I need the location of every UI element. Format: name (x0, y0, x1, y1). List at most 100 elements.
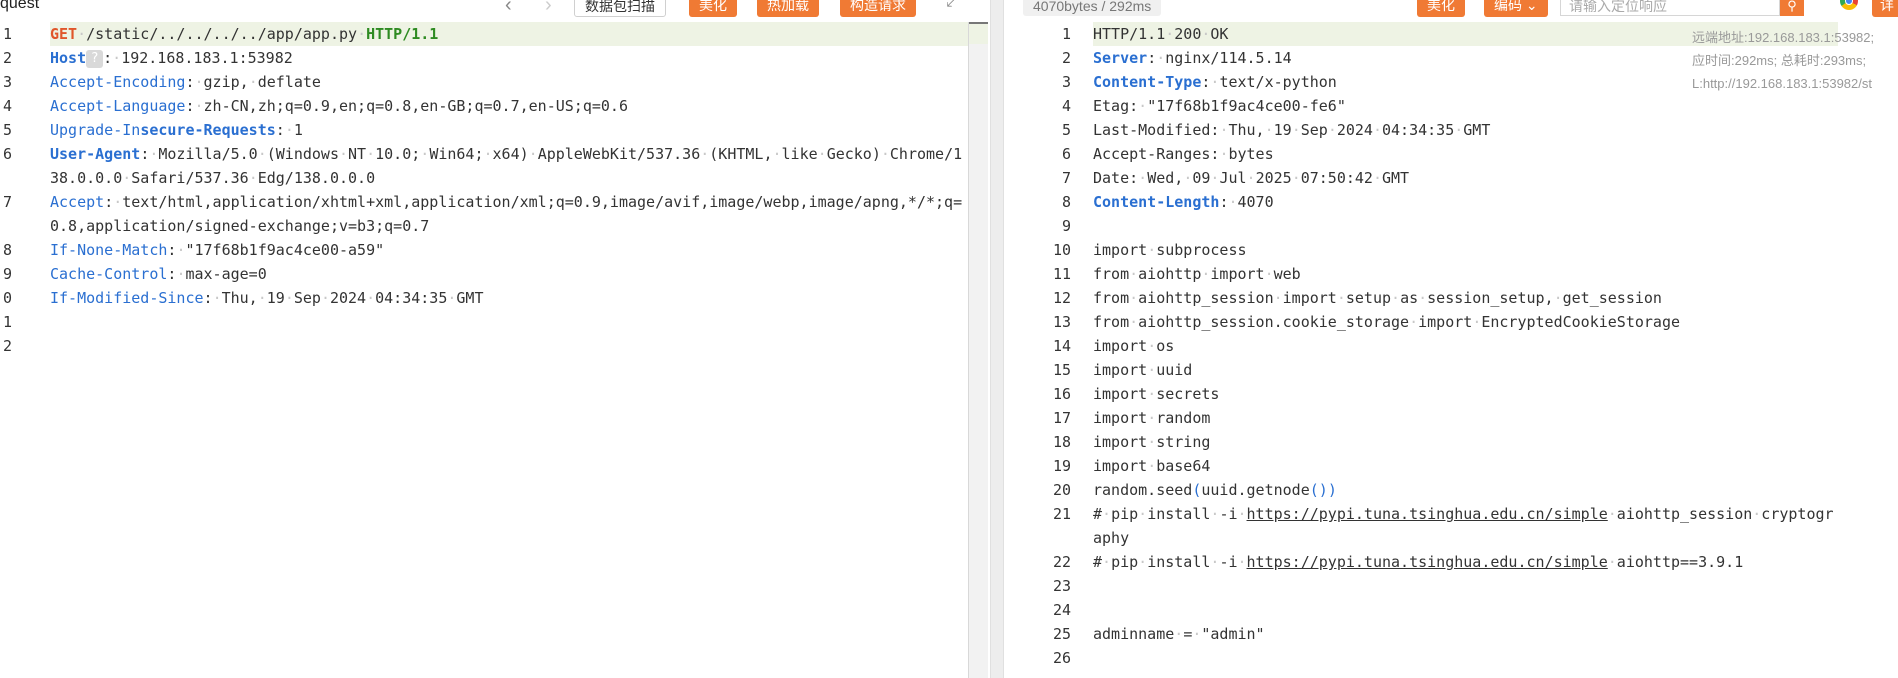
code-line: 0 If-Modified-Since:·Thu,·19·Sep·2024·04:… (0, 286, 990, 310)
token: Wed, (1147, 169, 1184, 187)
code-line: 25 adminname·=·"admin" (1004, 622, 1898, 646)
browser-icon[interactable] (1840, 0, 1858, 10)
token: Gecko) (826, 145, 881, 163)
token: -i (1219, 505, 1238, 523)
code-line: 2 Host?:·192.168.183.1:53982 (0, 46, 990, 70)
locate-response-input[interactable]: 请输入定位响应 (1560, 0, 1780, 16)
token: "17f68b1f9ac4ce00-a59" (185, 241, 385, 259)
whitespace-marker: · (1264, 265, 1274, 283)
response-editor[interactable]: 1 HTTP/1.1 · 200 · OK 2 Server: · nginx/114.5.14 3… (1004, 22, 1898, 678)
request-editor[interactable]: 1 GET·/static/../../../../app/app.py·HTTP… (0, 22, 990, 678)
token[interactable]: https://pypi.tuna.tsinghua.edu.cn/simple (1247, 505, 1608, 523)
token: from (1093, 313, 1130, 331)
back-arrow-icon[interactable]: ‹ (505, 0, 512, 17)
whitespace-marker: · (1129, 289, 1139, 307)
token: import (1093, 385, 1148, 403)
line-number: 8 (1061, 193, 1071, 211)
whitespace-marker: · (320, 289, 330, 307)
line-content (1093, 598, 1838, 622)
token: If-Modified-Since (50, 289, 204, 307)
whitespace-marker: · (1138, 505, 1148, 523)
token: import (1093, 457, 1148, 475)
code-line: 8 Content-Length:·4070 (1004, 190, 1898, 214)
token: 19 (266, 289, 285, 307)
line-number: 14 (1052, 337, 1071, 355)
request-scrollbar[interactable] (968, 22, 988, 678)
construct-request-button[interactable]: 构造请求 (840, 0, 916, 17)
line-number: 22 (1052, 553, 1071, 571)
token: OK (1210, 25, 1229, 43)
line-content: random.seed(uuid.getnode()) (1093, 478, 1838, 502)
token: x64) (492, 145, 529, 163)
whitespace-marker: · (1291, 169, 1301, 187)
remote-address: 远端地址:192.168.183.1:53982; (1692, 30, 1875, 45)
token: import (1093, 409, 1148, 427)
token: ) (1327, 481, 1337, 499)
help-badge-icon[interactable]: ? (86, 49, 104, 68)
line-content (1093, 574, 1838, 598)
line-number: 23 (1052, 577, 1071, 595)
pane-splitter[interactable] (990, 0, 1004, 678)
whitespace-marker: · (1391, 289, 1401, 307)
token: install (1147, 505, 1211, 523)
whitespace-marker: · (880, 145, 890, 163)
token: GMT (1382, 169, 1410, 187)
line-number: 16 (1052, 385, 1071, 403)
token: Edg/138.0.0.0 (257, 169, 376, 187)
token: uuid.getnode (1201, 481, 1310, 499)
token: import (1418, 313, 1473, 331)
token: like (781, 145, 818, 163)
whitespace-marker: · (1228, 193, 1238, 211)
whitespace-marker: · (1372, 169, 1382, 187)
beautify-request-button[interactable]: 美化 (689, 0, 737, 17)
token: Thu, (221, 289, 258, 307)
token: max-age=0 (185, 265, 267, 283)
line-content: import·string (1093, 430, 1838, 454)
line-number: 0 (2, 289, 12, 307)
details-button[interactable]: 详 (1872, 0, 1898, 17)
token: AppleWebKit/537.36 (537, 145, 701, 163)
token: : (1147, 49, 1157, 67)
line-content: import·os (1093, 334, 1838, 358)
whitespace-marker: · (366, 145, 376, 163)
token: : (185, 73, 195, 91)
code-line: 4 Etag:·"17f68b1f9ac4ce00-fe6" (1004, 94, 1898, 118)
token: 1 (293, 121, 303, 139)
request-toolbar: quest ‹ › 数据包扫描 美化 热加载 构造请求 ⤢ (0, 0, 990, 22)
token: Date: (1093, 169, 1139, 187)
whitespace-marker: · (772, 145, 782, 163)
expand-icon[interactable]: ⤢ (946, 0, 959, 11)
line-number: 15 (1052, 361, 1071, 379)
token[interactable]: https://pypi.tuna.tsinghua.edu.cn/simple (1247, 553, 1608, 571)
token: 2024 (329, 289, 367, 307)
code-line: 10 import·subprocess (1004, 238, 1898, 262)
token: HTTP/1.1 (366, 25, 439, 43)
line-content: Content-Length:·4070 (1093, 190, 1838, 214)
line-content: Accept-Encoding:·gzip,·deflate (50, 70, 970, 94)
line-content: Upgrade-Insecure-Requests:·1 (50, 118, 970, 142)
token: session_setup, (1427, 289, 1554, 307)
token: 04:34:35 (1382, 121, 1455, 139)
whitespace-marker: · (1147, 361, 1157, 379)
line-content: adminname·=·"admin" (1093, 622, 1838, 646)
code-line: 21 #·pip·install·-i·https://pypi.tuna.tsi… (1004, 502, 1898, 550)
token: get_session (1562, 289, 1662, 307)
token: pip (1111, 505, 1139, 523)
line-number: 11 (1052, 265, 1071, 283)
token: base64 (1156, 457, 1211, 475)
code-line: 9 Cache-Control:·max-age=0 (0, 262, 990, 286)
encoding-dropdown[interactable]: 编码 ⌄ (1484, 0, 1548, 17)
search-icon[interactable]: ⚲ (1780, 0, 1804, 16)
token: secrets (1156, 385, 1220, 403)
request-scrollbar-thumb[interactable] (969, 22, 988, 44)
beautify-response-button[interactable]: 美化 (1417, 0, 1465, 17)
hot-load-button[interactable]: 热加载 (757, 0, 819, 17)
packet-scan-button[interactable]: 数据包扫描 (574, 0, 666, 17)
code-line: 7 Date:·Wed,·09·Jul·2025·07:50:42·GMT (1004, 166, 1898, 190)
whitespace-marker: · (1237, 505, 1247, 523)
forward-arrow-icon[interactable]: › (545, 0, 552, 17)
whitespace-marker: · (212, 289, 222, 307)
token: NT (348, 145, 367, 163)
line-number: 1 (2, 313, 12, 331)
token: User-Agent (50, 145, 141, 163)
